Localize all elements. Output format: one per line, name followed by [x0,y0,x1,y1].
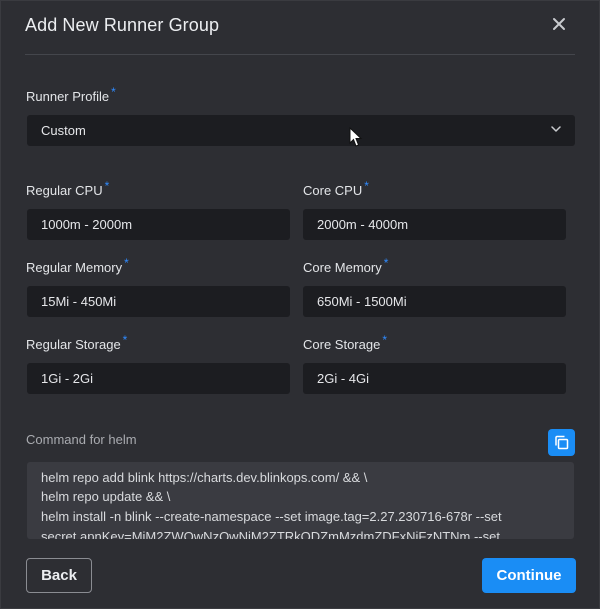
core-storage-label: Core Storage * [303,333,387,352]
regular-memory-label: Regular Memory * [26,256,129,275]
runner-profile-select[interactable]: Custom [27,115,575,146]
runner-profile-label: Runner Profile * [26,85,116,104]
required-marker: * [122,333,128,347]
core-storage-input[interactable]: 2Gi - 4Gi [303,363,566,394]
add-runner-group-dialog: Add New Runner Group Runner Profile * Cus… [0,0,600,609]
helm-command-line: helm repo add blink https://charts.dev.b… [41,470,368,485]
required-marker: * [364,179,369,193]
helm-command-line: helm install -n blink --create-namespace… [41,509,502,524]
required-marker: * [111,85,116,99]
copy-command-button[interactable] [548,429,575,456]
close-icon [553,18,565,30]
runner-profile-label-text: Runner Profile [26,89,110,104]
core-memory-input[interactable]: 650Mi - 1500Mi [303,286,566,317]
helm-command-label: Command for helm [26,432,137,447]
required-marker: * [383,256,389,270]
back-button[interactable]: Back [26,558,92,593]
regular-memory-input[interactable]: 15Mi - 450Mi [27,286,290,317]
dialog-footer: Back Continue [1,539,599,608]
regular-storage-label: Regular Storage * [26,333,127,352]
dialog-header: Add New Runner Group [25,1,575,55]
regular-memory-label-text: Regular Memory [26,260,123,275]
runner-profile-value: Custom [41,123,86,138]
mouse-pointer-icon [349,127,363,147]
helm-command-block[interactable]: helm repo add blink https://charts.dev.b… [27,462,574,539]
regular-cpu-label-text: Regular CPU [26,183,103,198]
continue-button[interactable]: Continue [482,558,576,593]
regular-cpu-input[interactable]: 1000m - 2000m [27,209,290,240]
helm-command-line: helm repo update && \ [41,489,171,504]
core-cpu-label: Core CPU * [303,179,369,198]
copy-icon [555,435,569,450]
close-button[interactable] [551,16,567,32]
dialog-title: Add New Runner Group [25,15,220,35]
core-storage-label-text: Core Storage [303,337,381,352]
regular-storage-input[interactable]: 1Gi - 2Gi [27,363,290,394]
regular-storage-label-text: Regular Storage [26,337,121,352]
core-memory-label: Core Memory * [303,256,388,275]
required-marker: * [382,333,387,347]
required-marker: * [124,256,129,270]
chevron-down-icon [551,126,561,132]
required-marker: * [104,179,110,193]
core-cpu-input[interactable]: 2000m - 4000m [303,209,566,240]
core-memory-label-text: Core Memory [303,260,382,275]
helm-command-line: secret.apnKey=MiM2ZWOwNzOwNiM2ZTRkODZmMz… [41,529,500,539]
core-cpu-label-text: Core CPU [303,183,363,198]
regular-cpu-label: Regular CPU * [26,179,109,198]
